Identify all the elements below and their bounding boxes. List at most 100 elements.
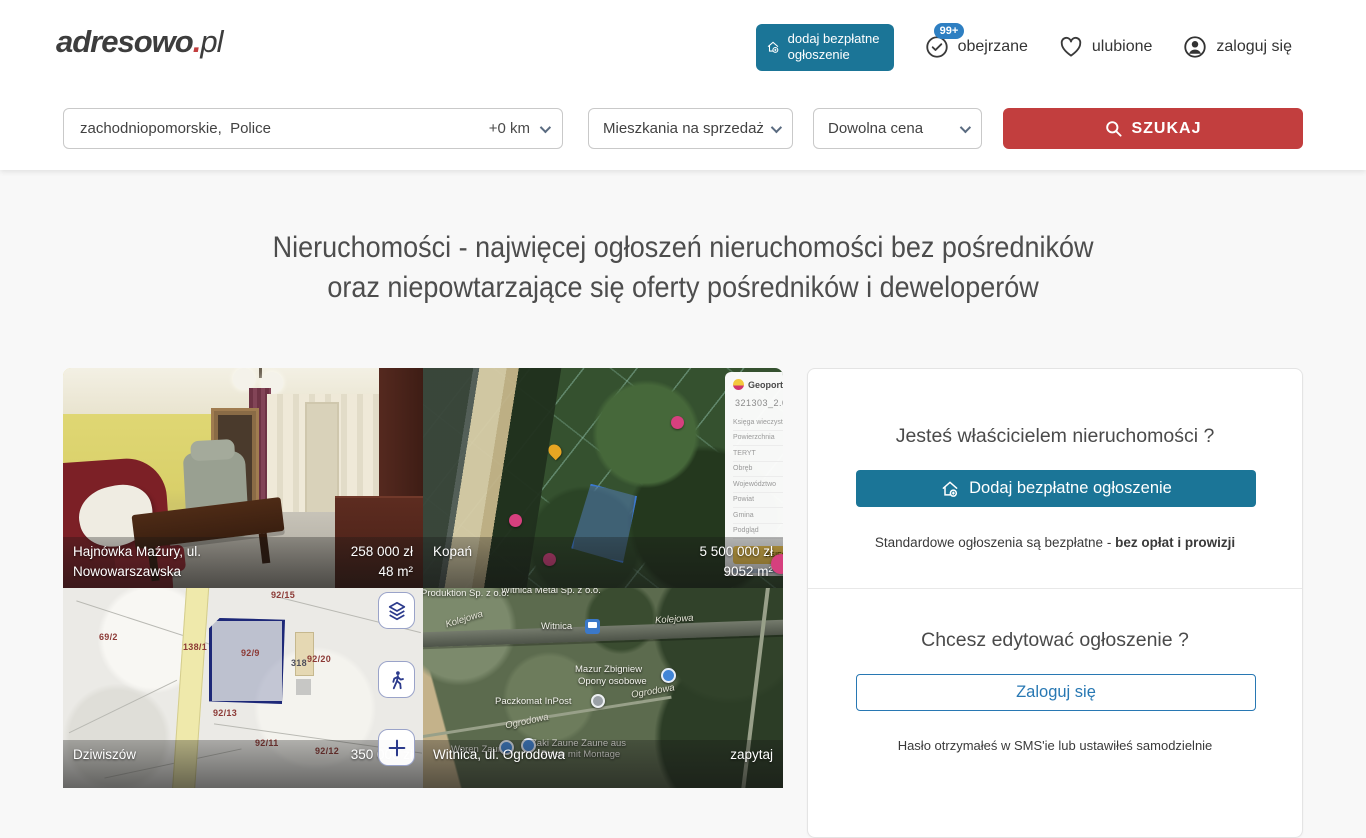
row-label: Podgląd <box>733 527 759 534</box>
map-highlighted-parcel <box>209 618 285 704</box>
geoportal-row: Województwo <box>733 477 783 493</box>
map-layers-button[interactable] <box>378 592 415 629</box>
pedestrian-icon <box>386 669 408 691</box>
site-header: adresowo.pl dodaj bezpłatne ogłoszenie 9… <box>0 0 1366 170</box>
add-listing-button[interactable]: dodaj bezpłatne ogłoszenie <box>756 24 894 71</box>
add-listing-label: dodaj bezpłatne ogłoszenie <box>788 31 880 64</box>
map-label-business: Witnica Metal Sp. z o.o. <box>501 588 601 596</box>
login-button[interactable]: zaloguj się <box>1182 34 1292 60</box>
map-zoom-in-button[interactable] <box>378 729 415 766</box>
geoportal-row: Powierzchnia <box>733 431 783 447</box>
parcel-boundary <box>69 680 177 734</box>
logo-tld: pl <box>200 24 222 59</box>
page-title-line2: oraz niepowtarzające się oferty pośredni… <box>273 268 1094 308</box>
map-label-business: Paczkomat InPost <box>495 696 572 707</box>
geoportal-brand: Geoportal 360.pl <box>733 379 783 390</box>
sidebar-add-listing-label: Dodaj bezpłatne ogłoszenie <box>969 479 1172 498</box>
heart-icon <box>1058 34 1084 60</box>
user-circle-icon <box>1182 34 1208 60</box>
parcel-number: 138/1 <box>183 642 207 652</box>
plus-icon <box>386 737 408 759</box>
favorites-button[interactable]: ulubione <box>1058 34 1153 60</box>
owner-heading: Jesteś właścicielem nieruchomości ? <box>808 425 1302 448</box>
page-title: Nieruchomości - najwięcej ogłoszeń nieru… <box>273 228 1094 308</box>
listing-card-dziwiszow[interactable]: 69/2 138/1 92/15 92/9 318 92/20 92/13 92… <box>63 588 423 788</box>
row-label: TERYT <box>733 450 756 457</box>
password-hint: Hasło otrzymałeś w SMS'ie lub ustawiłeś … <box>808 738 1302 753</box>
map-railway <box>423 620 783 648</box>
category-value: Mieszkania na sprzedaż <box>603 120 771 137</box>
area-value: 48 m² <box>378 564 413 579</box>
location-input[interactable]: zachodniopomorskie, Police +0 km <box>63 108 563 149</box>
logo-main: adresowo <box>56 24 193 59</box>
price-value: 258 000 zł <box>351 544 413 559</box>
listing-caption: Hajnówka Maźury, ul. Nowowarszawska 258 … <box>63 537 423 589</box>
sidebar-login-button[interactable]: Zaloguj się <box>856 674 1256 711</box>
parcel-number: 69/2 <box>99 632 118 642</box>
listing-title: Dziwiszów <box>73 745 136 782</box>
radius-select[interactable]: +0 km <box>489 120 548 137</box>
free-listing-note: Standardowe ogłoszenia są bezpłatne - be… <box>808 535 1302 550</box>
hero-heading: Nieruchomości - najwięcej ogłoszeń nieru… <box>0 228 1366 308</box>
listing-caption: Dziwiszów 350 000 zł <box>63 740 423 788</box>
house-plus-icon <box>940 479 960 499</box>
map-label-street: Ogrodowa <box>504 712 549 732</box>
site-logo[interactable]: adresowo.pl <box>56 24 222 60</box>
row-label: Województwo <box>733 481 776 488</box>
listing-title: Kopań <box>433 542 472 583</box>
sidebar-divider <box>808 588 1302 589</box>
page-title-line1: Nieruchomości - najwięcej ogłoszeń nieru… <box>273 228 1094 268</box>
edit-heading: Chcesz edytować ogłoszenie ? <box>808 629 1302 652</box>
search-submit-button[interactable]: SZUKAJ <box>1003 108 1303 149</box>
listing-title: Witnica, ul. Ogrodowa <box>433 745 565 782</box>
map-label-business: Produktion Sp. z o.o. <box>423 588 509 599</box>
area-value: 9052 m² <box>723 564 773 579</box>
chevron-down-icon <box>960 121 971 132</box>
listing-caption: Kopań 5 500 000 zł 9052 m² <box>423 537 783 589</box>
geoportal-row: Powiat <box>733 493 783 509</box>
chevron-down-icon <box>540 121 551 132</box>
geoportal-row: TERYT <box>733 446 783 462</box>
listing-card-hajnowka[interactable]: Hajnówka Maźury, ul. Nowowarszawska 258 … <box>63 368 423 588</box>
search-icon <box>1104 119 1123 138</box>
parcel-number: 92/20 <box>307 654 331 664</box>
map-pedestrian-button[interactable] <box>378 661 415 698</box>
layers-icon <box>386 600 408 622</box>
map-label-business: Opony osobowe <box>578 676 647 687</box>
map-pin <box>509 514 522 527</box>
category-select[interactable]: Mieszkania na sprzedaż <box>588 108 793 149</box>
listing-caption: Witnica, ul. Ogrodowa zapytaj <box>423 740 783 788</box>
login-label: zaloguj się <box>1216 38 1292 56</box>
listing-price: 258 000 zł 48 m² <box>351 542 413 583</box>
free-listing-note-normal: Standardowe ogłoszenia są bezpłatne - <box>875 535 1115 550</box>
viewed-badge: 99+ <box>934 23 965 39</box>
parcel-number: 92/9 <box>241 648 260 658</box>
building-number: 318 <box>291 658 307 668</box>
listing-price: 5 500 000 zł 9052 m² <box>699 542 773 583</box>
listing-card-kopan[interactable]: Geoportal 360.pl 321303_2.0 Księga wiecz… <box>423 368 783 588</box>
train-station-icon <box>585 619 600 634</box>
map-pin <box>671 416 684 429</box>
listing-grid: Hajnówka Maźury, ul. Nowowarszawska 258 … <box>63 368 783 808</box>
listing-card-witnica[interactable]: Witnica Metal Sp. z o.o. Produktion Sp. … <box>423 588 783 788</box>
map-pin <box>661 668 676 683</box>
price-select[interactable]: Dowolna cena <box>813 108 982 149</box>
parcel-number: 92/15 <box>271 590 295 600</box>
house-plus-icon <box>766 35 780 59</box>
map-label-street: Kolejowa <box>444 609 484 631</box>
viewed-button[interactable]: 99+ obejrzane <box>924 34 1028 60</box>
parcel-number: 92/13 <box>213 708 237 718</box>
search-submit-label: SZUKAJ <box>1131 120 1201 138</box>
geoportal-brand-name: Geoportal <box>748 380 783 390</box>
geoportal-row: Księga wieczysta <box>733 415 783 431</box>
sidebar-add-listing-button[interactable]: Dodaj bezpłatne ogłoszenie <box>856 470 1256 507</box>
geoportal-logo-icon <box>733 379 744 390</box>
row-label: Gmina <box>733 512 754 519</box>
map-pin <box>591 694 605 708</box>
free-listing-note-bold: bez opłat i prowizji <box>1115 535 1235 550</box>
favorites-label: ulubione <box>1092 38 1153 56</box>
row-label: Powiat <box>733 496 754 503</box>
row-label: Księga wieczysta <box>733 419 783 426</box>
listing-price: zapytaj <box>730 745 773 782</box>
map-label-station: Witnica <box>541 621 572 632</box>
